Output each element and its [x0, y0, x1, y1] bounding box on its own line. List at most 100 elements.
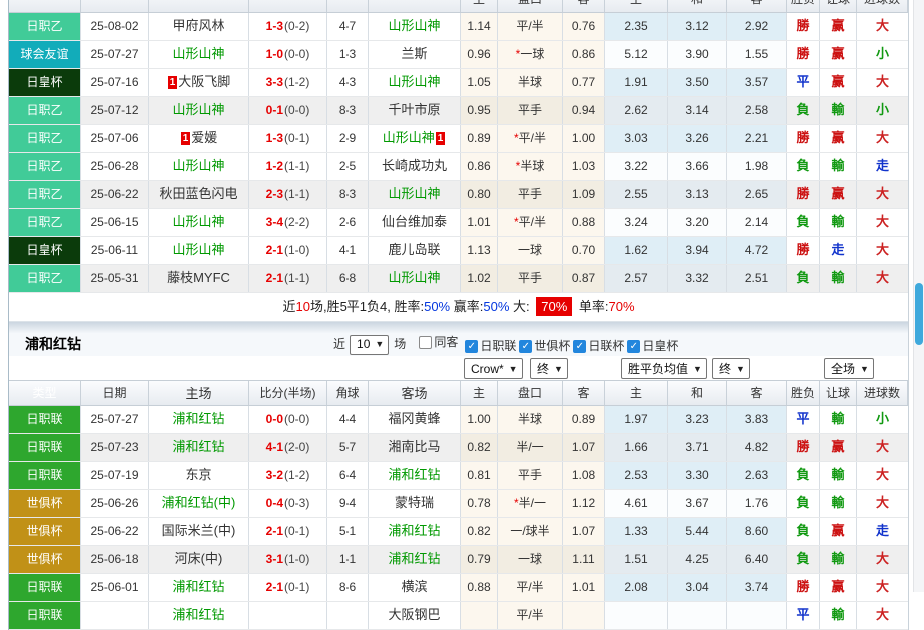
handicap-away-odds: 1.12: [563, 490, 605, 517]
league-badge: 球会友谊: [9, 41, 81, 68]
away-team-link[interactable]: 福冈黄蜂: [388, 411, 440, 426]
match-date: 25-08-02: [81, 13, 149, 40]
away-team-link[interactable]: 浦和红钻: [388, 523, 440, 538]
checked-checkbox-icon[interactable]: ✓: [627, 340, 640, 353]
filter-option[interactable]: ✓日皇杯: [627, 335, 678, 358]
column-header-away: 客场: [369, 381, 461, 405]
odds-away: 1.98: [727, 153, 787, 180]
home-team-link[interactable]: 山形山神: [172, 102, 224, 117]
away-team-cell: 山形山神1: [369, 125, 461, 152]
home-team-link[interactable]: 甲府风林: [172, 18, 224, 33]
odds-period-select[interactable]: 终▼: [712, 358, 750, 379]
league-badge: 日职乙: [9, 265, 81, 292]
match-row: 日皇杯25-07-161大阪飞脚3-3(1-2)4-3山形山神1.05半球0.7…: [9, 69, 908, 97]
corner-score: 4-3: [327, 69, 369, 96]
halftime-score: (0-3): [284, 496, 309, 510]
company-select[interactable]: Crow*▼: [464, 358, 523, 379]
result-handicap: 輸: [820, 462, 857, 489]
away-team-link[interactable]: 山形山神: [388, 186, 440, 201]
handicap-home-odds: 1.01: [461, 209, 498, 236]
away-team-link[interactable]: 山形山神: [388, 18, 440, 33]
odds-draw: 3.90: [668, 41, 727, 68]
home-team-link[interactable]: 藤枝MYFC: [167, 270, 230, 285]
handicap-line: 平/半: [498, 13, 563, 40]
home-team-link[interactable]: 国际米兰(中): [162, 523, 236, 538]
checked-checkbox-icon[interactable]: ✓: [465, 340, 478, 353]
odds-average-select[interactable]: 胜平负均值▼: [621, 358, 707, 379]
asterisk-mark: *: [514, 215, 519, 229]
away-team-link[interactable]: 浦和红钻: [388, 551, 440, 566]
column-header-home: [149, 0, 249, 12]
league-badge: 日职乙: [9, 181, 81, 208]
home-team-link[interactable]: 浦和红钻: [172, 411, 224, 426]
away-team-link[interactable]: 湘南比马: [388, 439, 440, 454]
filter-option[interactable]: ✓日联杯: [573, 335, 624, 358]
home-team-link[interactable]: 河床(中): [175, 551, 223, 566]
home-team-link[interactable]: 秋田蓝色闪电: [159, 186, 237, 201]
home-team-link[interactable]: 山形山神: [172, 242, 224, 257]
checked-checkbox-icon[interactable]: ✓: [519, 340, 532, 353]
odds-home: 1.33: [605, 518, 668, 545]
odds-home: 2.08: [605, 574, 668, 601]
scrollbar[interactable]: [913, 0, 924, 592]
match-row: 世俱杯25-06-26浦和红钻(中)0-4(0-3)9-4蒙特瑞0.78*半/一…: [9, 490, 908, 518]
scrollbar-thumb[interactable]: [915, 283, 923, 345]
near-label: 近: [333, 333, 345, 356]
away-team-link[interactable]: 山形山神: [388, 270, 440, 285]
odds-away: 1.55: [727, 41, 787, 68]
away-team-link[interactable]: 浦和红钻: [388, 467, 440, 482]
column-header-hr: 让球: [820, 0, 857, 12]
fulltime-score: 3-2: [266, 468, 283, 482]
home-team-cell: 国际米兰(中): [149, 518, 249, 545]
column-header-r: 胜负: [787, 381, 820, 405]
home-team-link[interactable]: 山形山神: [172, 158, 224, 173]
league-badge: 日皇杯: [9, 69, 81, 96]
odds-home: 3.03: [605, 125, 668, 152]
halftime-score: (0-2): [284, 19, 309, 33]
filter-option[interactable]: ✓世俱杯: [519, 335, 570, 358]
chevron-down-icon: ▼: [554, 364, 563, 374]
handicap-home-odds: 0.81: [461, 462, 498, 489]
away-team-link[interactable]: 大阪钢巴: [388, 607, 440, 622]
away-team-link[interactable]: 兰斯: [401, 46, 427, 61]
home-team-link[interactable]: 东京: [185, 467, 211, 482]
away-team-link[interactable]: 山形山神: [383, 130, 435, 145]
home-team-link[interactable]: 浦和红钻: [172, 439, 224, 454]
handicap-line: 平/半: [498, 574, 563, 601]
away-team-link[interactable]: 仙台维加泰: [382, 214, 447, 229]
filter-option[interactable]: ✓日职联: [465, 335, 516, 358]
home-team-link[interactable]: 浦和红钻: [172, 607, 224, 622]
away-team-link[interactable]: 蒙特瑞: [395, 495, 434, 510]
checked-checkbox-icon[interactable]: ✓: [573, 340, 586, 353]
handicap-away-odds: 0.76: [563, 13, 605, 40]
table1-summary: 近10场,胜5平1负4, 胜率:50% 赢率:50% 大: 70% 单率:70%: [9, 293, 908, 322]
away-team-link[interactable]: 鹿儿岛联: [388, 242, 440, 257]
away-team-link[interactable]: 长崎成功丸: [382, 158, 447, 173]
filter-option[interactable]: 同客: [419, 331, 458, 354]
result-wdl: 負: [787, 518, 820, 545]
recent-count-select[interactable]: 10▼: [350, 335, 389, 355]
result-wdl: 負: [787, 209, 820, 236]
table2-body: 日职联25-07-27浦和红钻0-0(0-0)4-4福冈黄蜂1.00半球0.89…: [9, 406, 908, 630]
home-team-link[interactable]: 大阪飞脚: [178, 74, 230, 89]
unchecked-checkbox-icon[interactable]: [419, 336, 432, 349]
odds-away: [727, 602, 787, 629]
column-header-oh: 主: [605, 381, 668, 405]
fulltime-score: 1-3: [266, 131, 283, 145]
result-goals: 大: [857, 546, 908, 573]
home-team-link[interactable]: 山形山神: [172, 214, 224, 229]
away-team-cell: 横滨: [369, 574, 461, 601]
home-team-link[interactable]: 浦和红钻(中): [162, 495, 236, 510]
away-team-link[interactable]: 千叶市原: [388, 102, 440, 117]
away-team-link[interactable]: 山形山神: [388, 74, 440, 89]
odds-draw: 3.94: [668, 237, 727, 264]
match-scope-select[interactable]: 全场▼: [824, 358, 874, 379]
company-period-select[interactable]: 终▼: [530, 358, 568, 379]
handicap-away-odds: 0.77: [563, 69, 605, 96]
home-team-link[interactable]: 山形山神: [172, 46, 224, 61]
handicap-away-odds: 1.00: [563, 125, 605, 152]
home-team-link[interactable]: 爱媛: [191, 130, 217, 145]
score: 1-2(1-1): [249, 153, 327, 180]
column-header-type: 类型: [9, 381, 81, 405]
league-badge: 世俱杯: [9, 518, 81, 545]
